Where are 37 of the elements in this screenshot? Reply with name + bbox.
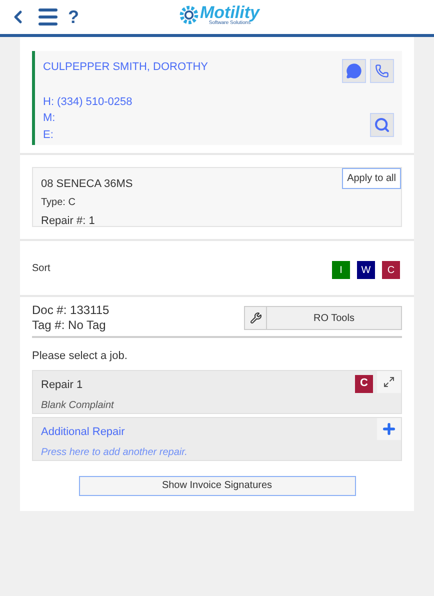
show-signatures-button[interactable]: Show Invoice Signatures — [78, 476, 356, 496]
gear-icon — [178, 4, 200, 26]
wrench-icon — [250, 312, 262, 324]
phone-icon — [375, 64, 389, 78]
unit-type: Type: C — [41, 196, 76, 210]
repair-count: Repair #: 1 — [41, 214, 96, 228]
doc-number: Doc #: 133115 — [32, 303, 110, 318]
unit-title: 08 SENECA 36MS — [41, 177, 133, 192]
job-subtitle: Blank Complaint — [41, 399, 115, 413]
complaint-badge: C — [355, 374, 373, 392]
sort-label: Sort — [32, 262, 50, 276]
job-title: Repair 1 — [41, 378, 83, 392]
search-icon — [374, 117, 390, 133]
expand-button[interactable] — [377, 370, 401, 392]
job-card[interactable]: Repair 1 Blank Complaint C — [32, 370, 402, 414]
sort-badge[interactable]: W — [357, 261, 375, 279]
sort-badge[interactable]: I — [332, 261, 350, 279]
email: E: — [43, 128, 54, 142]
sort-badge[interactable]: C — [382, 261, 400, 279]
plus-icon — [381, 420, 397, 436]
tag-number: Tag #: No Tag — [32, 318, 107, 333]
logo-text: Motility — [200, 4, 260, 21]
call-button[interactable] — [370, 59, 394, 83]
chat-bubble-icon — [346, 63, 362, 79]
add-repair-card[interactable]: Additional Repair Press here to add another repair. — [32, 416, 402, 460]
customer-name[interactable]: CULPEPPER SMITH, DOROTHY — [43, 59, 208, 76]
message-button[interactable] — [342, 59, 366, 83]
search-button[interactable] — [370, 113, 394, 137]
job-prompt: Please select a job. — [32, 349, 128, 364]
job-subtitle: Press here to add another repair. — [41, 446, 188, 460]
mobile-phone: M: — [43, 111, 56, 126]
apply-to-all-button[interactable]: Apply to all — [342, 168, 401, 189]
job-title: Additional Repair — [41, 424, 125, 440]
expand-icon — [383, 376, 395, 388]
add-button[interactable] — [377, 418, 401, 440]
help-icon[interactable]: ? — [68, 4, 79, 30]
home-phone: H: (334) 510-0258 — [43, 94, 134, 110]
